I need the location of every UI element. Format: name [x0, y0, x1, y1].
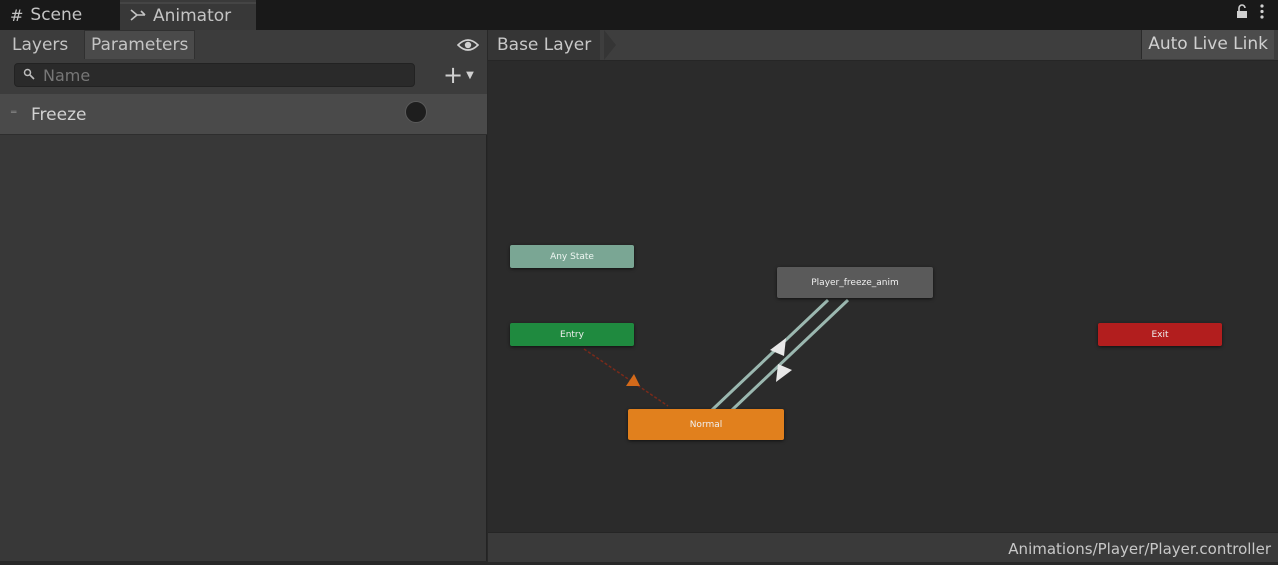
node-any-state[interactable]: Any State	[510, 245, 634, 268]
tab-animator[interactable]: Animator	[120, 0, 256, 30]
animator-icon	[130, 7, 146, 26]
default-transition-line[interactable]	[583, 348, 669, 407]
transition-normal-to-freeze[interactable]	[710, 298, 830, 412]
status-bar: Animations/Player/Player.controller	[488, 532, 1278, 562]
node-normal-default-state[interactable]: Normal	[628, 409, 784, 440]
breadcrumb-arrow	[604, 30, 616, 60]
parameter-row[interactable]: ═ Freeze	[0, 94, 487, 135]
tab-animator-label: Animator	[153, 6, 232, 26]
parameters-panel: Layers Parameters + ▼ ═ Freeze	[0, 30, 487, 561]
tab-scene[interactable]: # Scene	[10, 0, 120, 30]
node-entry[interactable]: Entry	[510, 323, 634, 346]
transition-arrow-down-icon	[776, 364, 792, 382]
graph-canvas[interactable]: Any State Entry Exit Player_freeze_anim …	[488, 60, 1278, 532]
default-transition-arrow-icon	[626, 374, 640, 386]
search-icon	[23, 68, 37, 83]
search-input[interactable]	[37, 64, 414, 86]
tab-layers[interactable]: Layers	[6, 30, 74, 60]
auto-live-link-button[interactable]: Auto Live Link	[1141, 30, 1274, 59]
eye-icon[interactable]	[456, 36, 480, 54]
panel-tabs: Layers Parameters	[0, 30, 487, 60]
window-tab-bar: # Scene Animator	[0, 0, 1278, 30]
chevron-down-icon: ▼	[466, 69, 474, 81]
lock-icon[interactable]	[1236, 4, 1248, 23]
animator-graph: Base Layer Auto Live Link Any State Entr…	[488, 30, 1278, 562]
tab-parameters[interactable]: Parameters	[84, 30, 196, 59]
breadcrumb[interactable]: Base Layer	[488, 30, 601, 60]
search-box	[14, 63, 415, 87]
window-controls	[1236, 4, 1264, 23]
node-exit[interactable]: Exit	[1098, 323, 1222, 346]
drag-handle-icon[interactable]: ═	[11, 108, 16, 118]
trigger-toggle[interactable]	[405, 101, 427, 123]
tab-scene-label: Scene	[30, 5, 83, 25]
graph-toolbar: Base Layer Auto Live Link	[488, 30, 1278, 61]
grid-icon: #	[10, 5, 24, 25]
transition-freeze-to-normal[interactable]	[730, 298, 850, 412]
search-row: + ▼	[0, 60, 487, 95]
plus-icon: +	[443, 61, 464, 89]
add-parameter-button[interactable]: + ▼	[443, 61, 483, 89]
controller-path: Animations/Player/Player.controller	[1008, 540, 1271, 558]
kebab-menu-icon[interactable]	[1260, 4, 1264, 23]
parameter-name[interactable]: Freeze	[31, 94, 86, 134]
node-player-freeze-anim[interactable]: Player_freeze_anim	[777, 267, 933, 298]
